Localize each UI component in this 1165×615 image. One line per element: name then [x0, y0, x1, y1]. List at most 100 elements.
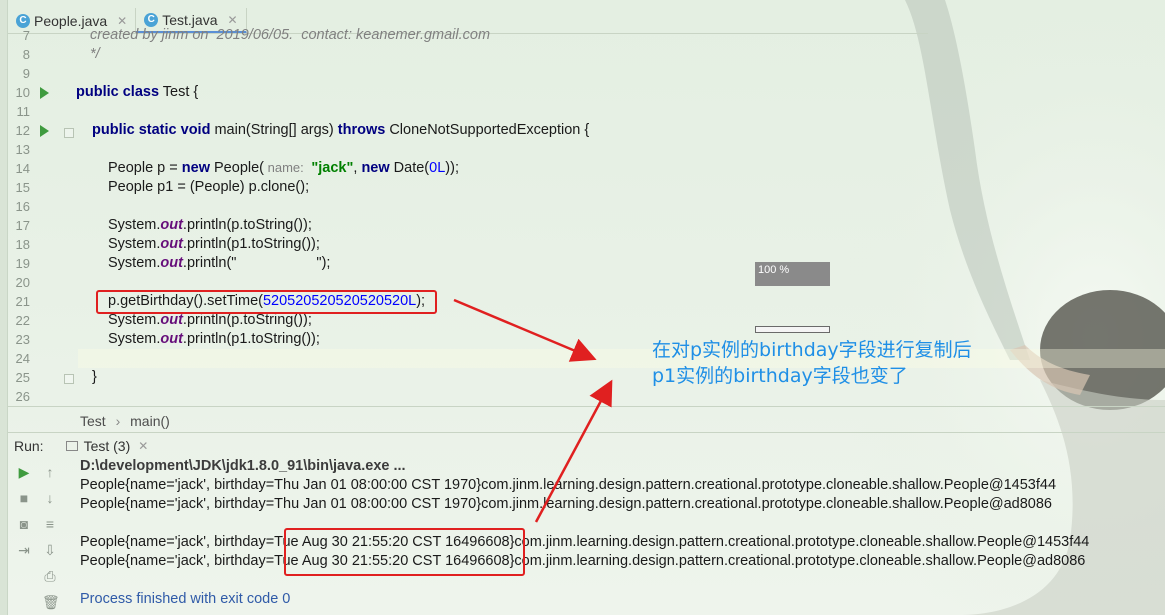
- code-comment: created by jinm on 2019/06/05. contact: …: [90, 27, 491, 43]
- code-line-25: }: [92, 369, 97, 385]
- rerun-icon[interactable]: ▶: [16, 464, 32, 480]
- line-number: 18: [15, 237, 30, 252]
- number-literal: 0L: [429, 160, 446, 176]
- code-text: System.: [108, 217, 161, 233]
- annotation-line: p1实例的birthday字段也变了: [652, 365, 908, 387]
- annotation-note: 在对p实例的birthday字段进行复制后 p1实例的birthday字段也变了: [652, 337, 972, 389]
- stop-icon[interactable]: ■: [16, 490, 32, 506]
- console-line: People{name='jack', birthday=Thu Jan 01 …: [80, 496, 1052, 512]
- line-number: 16: [15, 199, 30, 214]
- line-number: 10: [15, 85, 30, 100]
- code-line-14: People p = new People( name: "jack", new…: [108, 160, 459, 176]
- print-icon[interactable]: ⎙: [42, 568, 58, 584]
- code-text: People p =: [108, 160, 182, 176]
- run-class-icon[interactable]: [40, 87, 49, 99]
- fold-icon[interactable]: [64, 128, 74, 138]
- down-arrow-icon[interactable]: ↓: [42, 490, 58, 506]
- run-tab-test[interactable]: Test (3) ✕: [65, 437, 148, 454]
- line-number: 17: [15, 218, 30, 233]
- line-number: 21: [15, 294, 30, 309]
- code-text: System.: [108, 312, 161, 328]
- line-number: 19: [15, 256, 30, 271]
- code-text: .println(p1.toString());: [182, 236, 320, 252]
- code-text: ));: [445, 160, 459, 176]
- code-text: Date(: [389, 160, 430, 176]
- scroll-end-icon[interactable]: ⇩: [42, 542, 58, 558]
- line-number: 23: [15, 332, 30, 347]
- console-command: D:\development\JDK\jdk1.8.0_91\bin\java.…: [80, 458, 406, 474]
- breadcrumb: Test › main(): [8, 406, 1165, 432]
- progress-bar: [755, 326, 830, 333]
- trash-icon[interactable]: 🗑: [42, 594, 60, 610]
- run-main-icon[interactable]: [40, 125, 49, 137]
- class-icon: C: [144, 12, 159, 27]
- run-label: Run:: [14, 437, 44, 454]
- string-literal: "jack": [311, 160, 354, 176]
- highlight-output-box: [284, 528, 525, 576]
- soft-wrap-icon[interactable]: ≡: [42, 516, 58, 532]
- camera-icon[interactable]: ◙: [16, 516, 32, 532]
- line-number: 8: [22, 47, 30, 62]
- current-line-highlight: [78, 349, 1165, 368]
- code-line-19: System.out.println(" ");: [108, 255, 330, 271]
- close-icon[interactable]: ✕: [138, 439, 148, 453]
- keyword: public class: [76, 84, 160, 100]
- code-line-22: System.out.println(p.toString());: [108, 312, 312, 328]
- annotation-line: 在对p实例的birthday字段进行复制后: [652, 339, 972, 361]
- fold-icon[interactable]: [64, 374, 74, 384]
- static-field: out: [160, 236, 183, 252]
- console-line: People{name='jack', birthday=Tue Aug 30 …: [80, 553, 1086, 569]
- method-signature: main(String[] args): [214, 122, 334, 138]
- line-number: 11: [16, 104, 31, 119]
- console-line: People{name='jack', birthday=Thu Jan 01 …: [80, 477, 1057, 493]
- line-number: 9: [22, 66, 30, 81]
- line-number: 26: [15, 389, 30, 404]
- code-text: People(: [209, 160, 264, 176]
- code-text: System.: [108, 236, 161, 252]
- static-field: out: [160, 217, 183, 233]
- line-number: 24: [15, 351, 30, 366]
- run-tab-label: Test (3): [83, 437, 131, 454]
- code-line-class-decl: public class Test {: [76, 84, 198, 100]
- breadcrumb-path: Test › main(): [80, 413, 170, 429]
- code-text: .println(p.toString());: [182, 312, 312, 328]
- code-text: .println(": [182, 255, 237, 271]
- exception-name: CloneNotSupportedException {: [389, 122, 590, 138]
- breadcrumb-item-class[interactable]: Test: [80, 413, 106, 429]
- run-panel-header: Run: Test (3) ✕: [8, 432, 1165, 458]
- code-line-18: System.out.println(p1.toString());: [108, 236, 320, 252]
- line-number: 12: [15, 123, 30, 138]
- side-tool-strip: [0, 0, 8, 615]
- up-arrow-icon[interactable]: ↑: [42, 464, 58, 480]
- login-icon[interactable]: ⇥: [16, 542, 32, 558]
- code-line-23: System.out.println(p1.toString());: [108, 331, 320, 347]
- close-icon[interactable]: ✕: [227, 13, 237, 27]
- line-number: 7: [22, 28, 30, 43]
- keyword: throws: [337, 122, 386, 138]
- param-hint: name:: [264, 160, 308, 175]
- code-text: .println(p1.toString());: [182, 331, 320, 347]
- run-toolbar: ▶ ↑ ■ ↓ ◙ ≡ ⇥ ⇩ ⎙ 🗑: [8, 458, 68, 615]
- tab-label: Test.java: [162, 11, 218, 28]
- line-number: 15: [15, 180, 30, 195]
- line-number: 20: [15, 275, 30, 290]
- static-field: out: [160, 331, 183, 347]
- class-name: Test {: [162, 84, 199, 100]
- class-icon: C: [16, 14, 30, 28]
- line-number: 14: [15, 161, 30, 176]
- code-text: .println(p.toString());: [182, 217, 312, 233]
- code-comment-end: */: [90, 46, 100, 62]
- progress-indicator: 100 %: [755, 262, 830, 286]
- line-number: 25: [15, 370, 30, 385]
- breadcrumb-item-method[interactable]: main(): [130, 413, 170, 429]
- static-field: out: [160, 312, 183, 328]
- keyword: new: [181, 160, 210, 176]
- keyword: public static void: [92, 122, 211, 138]
- code-text: System.: [108, 331, 161, 347]
- close-icon[interactable]: ✕: [117, 14, 127, 28]
- code-editor[interactable]: 7 8 9 10 11 12 13 14 15 16 17 18 19 20 2…: [8, 27, 1165, 406]
- code-text: System.: [108, 255, 161, 271]
- keyword: new: [361, 160, 390, 176]
- console-exit-message: Process finished with exit code 0: [80, 591, 291, 607]
- static-field: out: [160, 255, 183, 271]
